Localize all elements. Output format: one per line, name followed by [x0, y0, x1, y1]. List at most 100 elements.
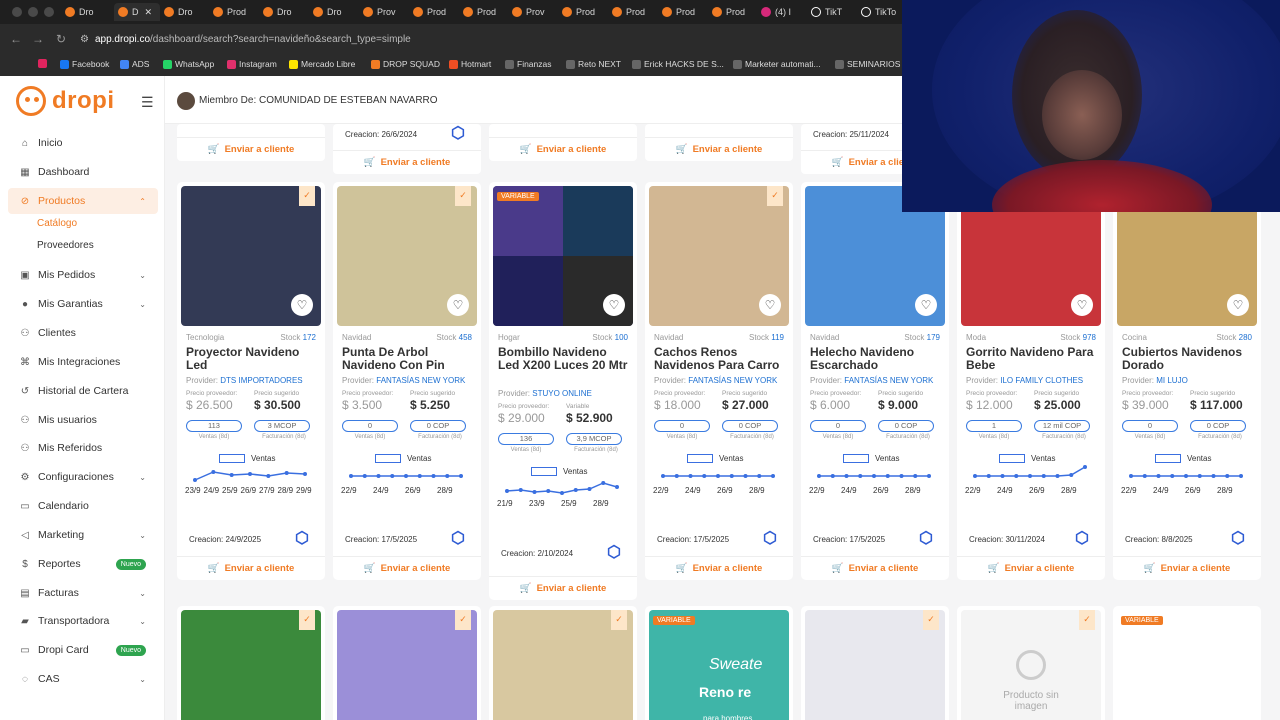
chevron-up-icon[interactable]: ⌃ [139, 197, 146, 206]
sidebar-item-mis-pedidos[interactable]: ▣ Mis Pedidos ⌄ [8, 262, 158, 288]
sidebar-subitem[interactable]: Catálogo [37, 218, 77, 229]
product-provider[interactable]: Provider: FANTASÍAS NEW YORK [810, 376, 933, 385]
sidebar-item-mis-referidos[interactable]: ⚇ Mis Referidos [8, 435, 158, 461]
window-zoom-icon[interactable] [44, 7, 54, 17]
browser-tab[interactable]: Prod [662, 3, 706, 21]
product-image[interactable]: ✓ [337, 610, 477, 720]
close-tab-icon[interactable]: ✕ [145, 7, 153, 18]
product-provider[interactable]: Provider: DTS IMPORTADORES [186, 376, 303, 385]
favorite-heart-icon[interactable]: ♡ [291, 294, 313, 316]
bookmark[interactable]: Mercado Libre [289, 59, 355, 69]
sidebar-item-mis-integraciones[interactable]: ⌘ Mis Integraciones [8, 349, 158, 375]
browser-tab[interactable]: Prod [213, 3, 257, 21]
avatar[interactable] [177, 92, 195, 110]
product-card[interactable]: ✓ [801, 606, 949, 720]
window-minimize-icon[interactable] [28, 7, 38, 17]
send-to-client-button[interactable]: 🛒 Enviar a cliente [645, 556, 793, 580]
bookmark[interactable]: Hotmart [449, 59, 491, 69]
send-to-client-button[interactable]: 🛒 Enviar a cliente [333, 150, 481, 174]
reload-icon[interactable]: ↻ [56, 32, 66, 46]
product-title[interactable]: Punta De Arbol Navideno Con Pin [342, 346, 474, 372]
bookmark[interactable]: WhatsApp [163, 59, 214, 69]
forward-arrow-icon[interactable]: → [32, 32, 44, 46]
browser-tab[interactable]: TikT [811, 3, 855, 21]
browser-tab[interactable]: Prod [463, 3, 507, 21]
bookmark[interactable]: DROP SQUAD [371, 59, 440, 69]
bookmark[interactable]: Finanzas [505, 59, 552, 69]
sidebar-item-clientes[interactable]: ⚇ Clientes [8, 320, 158, 346]
bookmark[interactable] [38, 59, 50, 68]
send-to-client-button[interactable]: 🛒 Enviar a cliente [957, 556, 1105, 580]
chevron-down-icon[interactable]: ⌄ [139, 473, 146, 482]
product-provider[interactable]: Provider: MI LUJO [1122, 376, 1188, 385]
product-card[interactable]: ✓ [489, 606, 637, 720]
browser-tab[interactable]: Dro [313, 3, 357, 21]
product-card[interactable]: ♡ Cocina Stock 280 Cubiertos Navidenos D… [1113, 182, 1261, 580]
product-provider[interactable]: Provider: FANTASÍAS NEW YORK [342, 376, 465, 385]
product-image[interactable]: ✓ [493, 610, 633, 720]
product-card[interactable]: ✓ [177, 606, 325, 720]
product-card[interactable]: ✓ ♡ Navidad Stock 119 Cachos Renos Navid… [645, 182, 793, 580]
send-to-client-button[interactable]: 🛒 Enviar a cliente [645, 137, 793, 161]
send-to-client-button[interactable]: 🛒 Enviar a cliente [333, 556, 481, 580]
sidebar-item-dashboard[interactable]: ▦ Dashboard [8, 159, 158, 185]
sidebar-item-cas[interactable]: ◌ CAS ⌄ [8, 666, 158, 692]
window-close-icon[interactable] [12, 7, 22, 17]
sidebar-subitem[interactable]: Proveedores [37, 240, 94, 251]
sidebar-item-productos[interactable]: ⊘ Productos ⌃ [8, 188, 158, 214]
send-to-client-button[interactable]: 🛒 Enviar a cliente [177, 556, 325, 580]
send-to-client-button[interactable]: 🛒 Enviar a cliente [1113, 556, 1261, 580]
sidebar-item-reportes[interactable]: $ Reportes Nuevo [8, 551, 158, 577]
sidebar-item-mis-garantias[interactable]: ● Mis Garantias ⌄ [8, 291, 158, 317]
sidebar-item-calendario[interactable]: ▭ Calendario [8, 493, 158, 519]
product-title[interactable]: Cachos Renos Navidenos Para Carro [654, 346, 786, 372]
sidebar-item-transportadora[interactable]: ▰ Transportadora ⌄ [8, 608, 158, 634]
favorite-heart-icon[interactable]: ♡ [759, 294, 781, 316]
product-card[interactable]: ♡ Navidad Stock 179 Helecho Navideno Esc… [801, 182, 949, 580]
product-image[interactable]: ✓ [805, 610, 945, 720]
back-arrow-icon[interactable]: ← [10, 32, 22, 46]
send-to-client-button[interactable]: 🛒 Enviar a cliente [489, 137, 637, 161]
product-image[interactable]: VARIABLE Sweate Reno re para hombres [649, 610, 789, 720]
chevron-down-icon[interactable]: ⌄ [139, 675, 146, 684]
browser-tab[interactable]: Dro [65, 3, 109, 21]
browser-tab[interactable]: Prov [512, 3, 556, 21]
browser-tab[interactable]: Prov [363, 3, 407, 21]
product-image[interactable]: ✓ Producto sin imagen [961, 610, 1101, 720]
sidebar-item-historial-de-cartera[interactable]: ↺ Historial de Cartera [8, 378, 158, 404]
browser-tab[interactable]: Prod [562, 3, 606, 21]
chevron-down-icon[interactable]: ⌄ [139, 589, 146, 598]
favorite-heart-icon[interactable]: ♡ [1227, 294, 1249, 316]
bookmark[interactable]: Erick HACKS DE S... [632, 59, 724, 69]
chevron-down-icon[interactable]: ⌄ [139, 271, 146, 280]
browser-tab[interactable]: D ✕ [114, 3, 160, 21]
product-card[interactable]: ✓ [333, 606, 481, 720]
bookmark[interactable]: Instagram [227, 59, 277, 69]
product-provider[interactable]: Provider: STUYO ONLINE [498, 389, 592, 398]
favorite-heart-icon[interactable]: ♡ [447, 294, 469, 316]
product-title[interactable]: Gorrito Navideno Para Bebe [966, 346, 1098, 372]
product-card[interactable]: VARIABLE ♡ Hogar Stock 100 Bombillo Navi… [489, 182, 637, 600]
browser-tab[interactable]: Dro [263, 3, 307, 21]
sidebar-item-mis-usuarios[interactable]: ⚇ Mis usuarios [8, 407, 158, 433]
site-info-icon[interactable]: ⚙ [80, 34, 89, 45]
favorite-heart-icon[interactable]: ♡ [603, 294, 625, 316]
product-card[interactable]: VARIABLE Sweate Reno re para hombres [645, 606, 793, 720]
product-image[interactable]: ✓ [181, 610, 321, 720]
dropi-logo[interactable]: dropi [16, 86, 115, 116]
sidebar-item-dropi-card[interactable]: ▭ Dropi Card Nuevo [8, 637, 158, 663]
sidebar-item-marketing[interactable]: ◁ Marketing ⌄ [8, 522, 158, 548]
product-card[interactable]: ✓ ♡ Navidad Stock 458 Punta De Arbol Nav… [333, 182, 481, 580]
browser-tab[interactable]: (4) I [761, 3, 805, 21]
hamburger-menu-icon[interactable]: ☰ [141, 94, 154, 111]
send-to-client-button[interactable]: 🛒 Enviar a cliente [801, 556, 949, 580]
send-to-client-button[interactable]: 🛒 Enviar a cliente [489, 576, 637, 600]
browser-tab[interactable]: Prod [413, 3, 457, 21]
bookmark[interactable]: SEMINARIOS C [835, 59, 909, 69]
bookmark[interactable]: ADS [120, 59, 149, 69]
browser-tab[interactable]: Prod [612, 3, 656, 21]
product-card[interactable]: ✓ ♡ Tecnologia Stock 172 Proyector Navid… [177, 182, 325, 580]
send-to-client-button[interactable]: 🛒 Enviar a cliente [177, 137, 325, 161]
chevron-down-icon[interactable]: ⌄ [139, 300, 146, 309]
bookmark[interactable]: Facebook [60, 59, 109, 69]
